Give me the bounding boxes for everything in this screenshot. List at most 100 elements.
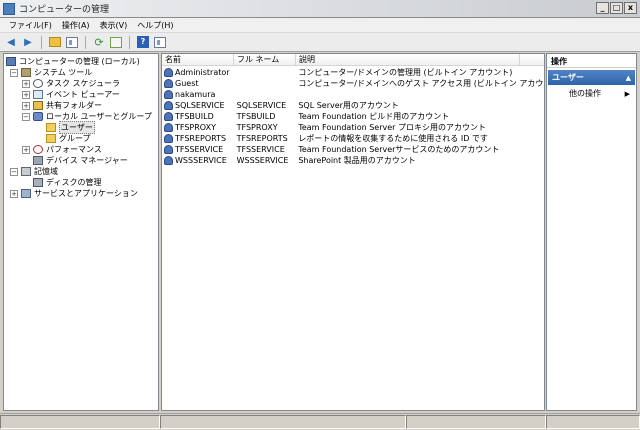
- tree-item-shared-folders[interactable]: + 共有フォルダー: [22, 100, 102, 111]
- user-icon: [164, 68, 173, 77]
- table-row[interactable]: TFSBUILD TFSBUILD Team Foundation ビルド用のア…: [162, 111, 544, 122]
- export-list-icon[interactable]: [109, 35, 123, 49]
- tree-label: イベント ビューアー: [46, 90, 120, 99]
- help-icon[interactable]: ?: [136, 35, 150, 49]
- tree-item-event-viewer[interactable]: + イベント ビューアー: [22, 89, 120, 100]
- folder-up-icon[interactable]: [48, 35, 62, 49]
- more-actions-item[interactable]: 他の操作 ▶: [547, 87, 636, 100]
- menu-bar: ファイル(F) 操作(A) 表示(V) ヘルプ(H): [0, 18, 640, 33]
- tree-item-device-manager[interactable]: デバイス マネージャー: [33, 155, 128, 166]
- forward-arrow-icon[interactable]: ▶: [21, 35, 35, 49]
- tree-item-system-tools[interactable]: − システム ツール: [10, 67, 92, 78]
- expand-icon[interactable]: +: [22, 145, 30, 154]
- description-cell: Team Foundation ビルド用のアカウント: [298, 112, 450, 121]
- collapse-icon[interactable]: −: [22, 112, 30, 121]
- performance-icon: [33, 145, 43, 154]
- status-segment: [0, 415, 160, 429]
- maximize-button[interactable]: □: [610, 2, 623, 14]
- collapse-icon[interactable]: −: [10, 167, 18, 176]
- actions-title: 操作: [547, 54, 636, 68]
- tree-label: サービスとアプリケーション: [34, 189, 138, 198]
- clock-icon: [33, 79, 43, 88]
- window-title: コンピューターの管理: [19, 5, 110, 15]
- table-row[interactable]: Guest コンピューター/ドメインへのゲスト アクセス用 (ビルトイン アカウ…: [162, 78, 544, 89]
- expand-icon[interactable]: +: [10, 189, 18, 198]
- folder-icon: [46, 134, 56, 143]
- event-viewer-icon: [33, 90, 43, 99]
- tree-item-services-apps[interactable]: + サービスとアプリケーション: [10, 188, 138, 199]
- name-cell: TFSBUILD: [162, 112, 234, 121]
- expand-icon[interactable]: +: [22, 90, 30, 99]
- user-icon: [164, 134, 173, 143]
- tree-item-storage[interactable]: − 記憶域: [10, 166, 58, 177]
- actions-section-label: ユーザー: [552, 73, 584, 82]
- actions-section-users[interactable]: ユーザー ▲: [548, 70, 635, 85]
- tree-item-groups[interactable]: グループ: [46, 133, 91, 144]
- column-header-description[interactable]: 説明: [296, 54, 520, 66]
- tree-label: 記憶域: [34, 167, 58, 176]
- user-icon: [164, 90, 173, 99]
- collapse-icon[interactable]: −: [10, 68, 18, 77]
- full-name-cell: TFSBUILD: [236, 112, 276, 121]
- user-name: nakamura: [175, 90, 216, 99]
- menu-help[interactable]: ヘルプ(H): [132, 20, 178, 31]
- tools-icon: [21, 68, 31, 77]
- tree-item-users[interactable]: ユーザー: [46, 121, 95, 134]
- expand-icon[interactable]: +: [22, 79, 30, 88]
- tree-root[interactable]: コンピューターの管理 (ローカル): [6, 56, 140, 67]
- submenu-arrow-icon: ▶: [624, 89, 630, 98]
- refresh-icon[interactable]: ⟳: [92, 35, 106, 49]
- tree-item-performance[interactable]: + パフォーマンス: [22, 144, 102, 155]
- disk-icon: [33, 178, 43, 187]
- user-icon: [164, 79, 173, 88]
- menu-view[interactable]: 表示(V): [95, 20, 133, 31]
- table-row[interactable]: Administrator コンピューター/ドメインの管理用 (ビルトイン アカ…: [162, 67, 544, 78]
- status-segment: [546, 415, 640, 429]
- user-icon: [164, 145, 173, 154]
- user-name: TFSBUILD: [175, 112, 214, 121]
- toolbar-separator: [129, 35, 130, 49]
- description-cell: SharePoint 製品用のアカウント: [298, 156, 416, 165]
- console-tree-icon[interactable]: [65, 35, 79, 49]
- user-icon: [164, 156, 173, 165]
- collapse-up-icon[interactable]: ▲: [626, 74, 631, 82]
- description-cell: レポートの情報を収集するために使用される ID です: [298, 134, 488, 143]
- tree-item-disk-management[interactable]: ディスクの管理: [33, 177, 101, 188]
- name-cell: TFSSERVICE: [162, 145, 234, 154]
- console-tree: コンピューターの管理 (ローカル) − システム ツール + タスク スケジュー…: [3, 53, 159, 411]
- table-row[interactable]: SQLSERVICE SQLSERVICE SQL Server用のアカウント: [162, 100, 544, 111]
- toolbar-separator: [41, 35, 42, 49]
- name-cell: WSSSERVICE: [162, 156, 234, 165]
- description-cell: Team Foundation Serverサービスのためのアカウント: [298, 145, 500, 154]
- minimize-button[interactable]: _: [596, 2, 609, 14]
- table-row[interactable]: TFSREPORTS TFSREPORTS レポートの情報を収集するために使用さ…: [162, 133, 544, 144]
- table-row[interactable]: TFSPROXY TFSPROXY Team Foundation Server…: [162, 122, 544, 133]
- table-row[interactable]: nakamura: [162, 89, 544, 100]
- name-cell: Administrator: [162, 68, 234, 77]
- user-icon: [164, 112, 173, 121]
- name-cell: SQLSERVICE: [162, 101, 234, 110]
- close-button[interactable]: x: [624, 2, 637, 14]
- description-cell: コンピューター/ドメインの管理用 (ビルトイン アカウント): [298, 68, 513, 77]
- menu-action[interactable]: 操作(A): [57, 20, 95, 31]
- action-pane-icon[interactable]: [153, 35, 167, 49]
- computer-icon: [6, 57, 16, 66]
- column-header-full-name[interactable]: フル ネーム: [234, 54, 296, 66]
- tree-label: システム ツール: [34, 68, 93, 77]
- menu-file[interactable]: ファイル(F): [4, 20, 57, 31]
- user-name: TFSPROXY: [175, 123, 216, 132]
- table-row[interactable]: TFSSERVICE TFSSERVICE Team Foundation Se…: [162, 144, 544, 155]
- table-row[interactable]: WSSSERVICE WSSSERVICE SharePoint 製品用のアカウ…: [162, 155, 544, 166]
- description-cell: SQL Server用のアカウント: [298, 101, 399, 110]
- tree-item-task-scheduler[interactable]: + タスク スケジューラ: [22, 78, 120, 89]
- back-arrow-icon[interactable]: ◀: [4, 35, 18, 49]
- user-icon: [164, 101, 173, 110]
- name-cell: nakamura: [162, 90, 234, 99]
- column-header-name[interactable]: 名前: [162, 54, 234, 66]
- user-name: SQLSERVICE: [175, 101, 225, 110]
- user-name: TFSSERVICE: [175, 145, 224, 154]
- expand-icon[interactable]: +: [22, 101, 30, 110]
- full-name-cell: TFSREPORTS: [236, 134, 288, 143]
- user-name: Guest: [175, 79, 199, 88]
- tree-label: グループ: [59, 134, 91, 143]
